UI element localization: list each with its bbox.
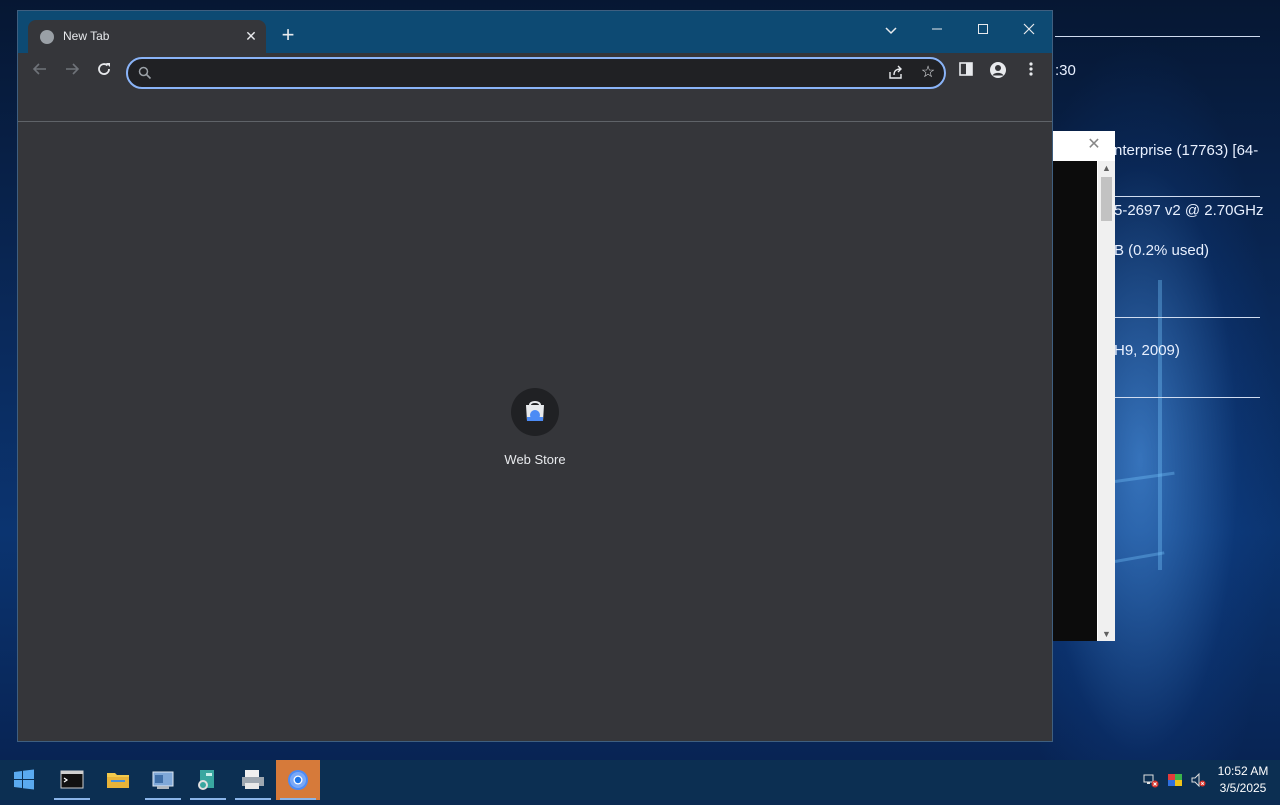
side-panel-icon[interactable] xyxy=(954,61,978,85)
profile-avatar-icon[interactable] xyxy=(986,61,1010,85)
maximize-button[interactable] xyxy=(960,15,1006,45)
taskbar-server-manager[interactable] xyxy=(141,760,185,800)
bginfo-line: nterprise (17763) [64- xyxy=(1114,142,1259,159)
browser-toolbar: ☆ xyxy=(18,53,1052,93)
terminal-icon xyxy=(60,770,84,789)
printer-icon xyxy=(242,770,264,789)
taskbar-print-management[interactable] xyxy=(231,760,275,800)
browser-window: New Tab ✕ + ☆ Web Store xyxy=(17,10,1053,742)
tab-new-tab[interactable]: New Tab ✕ xyxy=(28,20,266,53)
taskbar-network-tool[interactable] xyxy=(186,760,230,800)
console-titlebar[interactable]: ✕ xyxy=(1052,131,1115,160)
chrome-icon xyxy=(288,770,308,790)
server-manager-icon xyxy=(152,771,174,789)
folder-icon xyxy=(107,773,129,788)
tab-title: New Tab xyxy=(63,29,110,43)
taskbar: 10:52 AM 3/5/2025 xyxy=(0,760,1280,800)
wallpaper-light-beam xyxy=(1114,471,1175,483)
browser-titlebar[interactable]: New Tab ✕ + xyxy=(18,11,1052,53)
console-scrollbar[interactable]: ▲ ▼ xyxy=(1098,161,1115,641)
clock-time: 10:52 AM xyxy=(1217,764,1269,778)
console-window[interactable]: ✕ ▲ ▼ xyxy=(1052,131,1115,641)
bginfo-line: :30 xyxy=(1055,62,1076,79)
display-settings-icon[interactable] xyxy=(1167,772,1183,788)
console-body[interactable] xyxy=(1052,161,1097,641)
shortcut-web-store[interactable]: Web Store xyxy=(485,388,585,478)
bginfo-divider xyxy=(1115,317,1260,318)
share-icon[interactable] xyxy=(886,63,906,83)
tab-close-icon[interactable]: ✕ xyxy=(242,27,260,45)
close-window-button[interactable] xyxy=(1006,15,1052,45)
network-error-icon[interactable] xyxy=(1143,772,1159,788)
reload-button[interactable] xyxy=(92,61,116,85)
search-icon xyxy=(138,66,152,80)
bookmark-star-icon[interactable]: ☆ xyxy=(918,63,938,83)
address-bar[interactable]: ☆ xyxy=(126,57,946,89)
windows-logo-icon xyxy=(14,769,34,790)
bginfo-line: H9, 2009) xyxy=(1114,342,1180,359)
start-button[interactable] xyxy=(2,760,46,800)
bginfo-divider xyxy=(1115,196,1260,197)
forward-button[interactable] xyxy=(60,61,84,85)
taskbar-terminal[interactable] xyxy=(50,760,94,800)
back-button[interactable] xyxy=(28,61,52,85)
bginfo-divider xyxy=(1055,36,1260,37)
menu-kebab-icon[interactable] xyxy=(1019,61,1043,85)
scroll-up-arrow-icon[interactable]: ▲ xyxy=(1098,161,1115,175)
wallpaper-light-beam xyxy=(1158,280,1162,570)
scrollbar-thumb[interactable] xyxy=(1101,177,1112,221)
bginfo-line: 5-2697 v2 @ 2.70GHz xyxy=(1114,202,1264,219)
taskbar-file-explorer[interactable] xyxy=(96,760,140,800)
tab-search-chevron-icon[interactable] xyxy=(868,15,914,45)
network-tool-icon xyxy=(198,770,214,790)
clock-date: 3/5/2025 xyxy=(1219,781,1267,795)
system-clock[interactable]: 10:52 AM 3/5/2025 xyxy=(1212,763,1274,797)
new-tab-page: Web Store xyxy=(18,122,1052,741)
taskbar-chrome[interactable] xyxy=(276,760,320,800)
address-input[interactable] xyxy=(162,63,862,83)
console-close-icon[interactable]: ✕ xyxy=(1085,136,1103,154)
web-store-icon xyxy=(511,388,559,436)
bginfo-line: B (0.2% used) xyxy=(1114,242,1210,259)
shortcut-label: Web Store xyxy=(504,452,566,467)
bookmark-bar xyxy=(18,93,1052,122)
minimize-button[interactable] xyxy=(914,15,960,45)
volume-muted-icon[interactable] xyxy=(1190,772,1206,788)
new-tab-button[interactable]: + xyxy=(277,24,299,46)
globe-icon xyxy=(40,30,54,44)
scroll-down-arrow-icon[interactable]: ▼ xyxy=(1098,627,1115,641)
bginfo-divider xyxy=(1115,397,1260,398)
